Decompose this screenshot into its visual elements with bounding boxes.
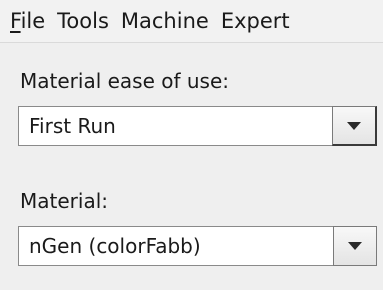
app-window: File Tools Machine Expert Material ease …	[0, 0, 383, 290]
material-dropdown[interactable]: nGen (colorFabb)	[18, 226, 377, 266]
menu-tools[interactable]: Tools	[51, 0, 115, 42]
menu-file[interactable]: File	[0, 0, 51, 42]
material-ease-dropdown[interactable]: First Run	[18, 106, 377, 146]
menu-file-mnemonic: F	[10, 9, 21, 33]
material-ease-label: Material ease of use:	[20, 69, 230, 93]
chevron-down-icon	[347, 121, 361, 130]
material-value[interactable]: nGen (colorFabb)	[18, 226, 333, 266]
settings-panel: Material ease of use: First Run Material…	[0, 43, 383, 290]
material-ease-value[interactable]: First Run	[18, 106, 332, 146]
menu-file-label: ile	[20, 9, 46, 33]
material-ease-dropdown-button[interactable]	[332, 106, 377, 146]
material-label: Material:	[20, 189, 108, 213]
chevron-down-icon	[348, 242, 362, 250]
menu-machine[interactable]: Machine	[115, 0, 215, 42]
menu-bar: File Tools Machine Expert	[0, 0, 383, 43]
material-dropdown-button[interactable]	[333, 226, 377, 266]
menu-expert[interactable]: Expert	[215, 0, 296, 42]
